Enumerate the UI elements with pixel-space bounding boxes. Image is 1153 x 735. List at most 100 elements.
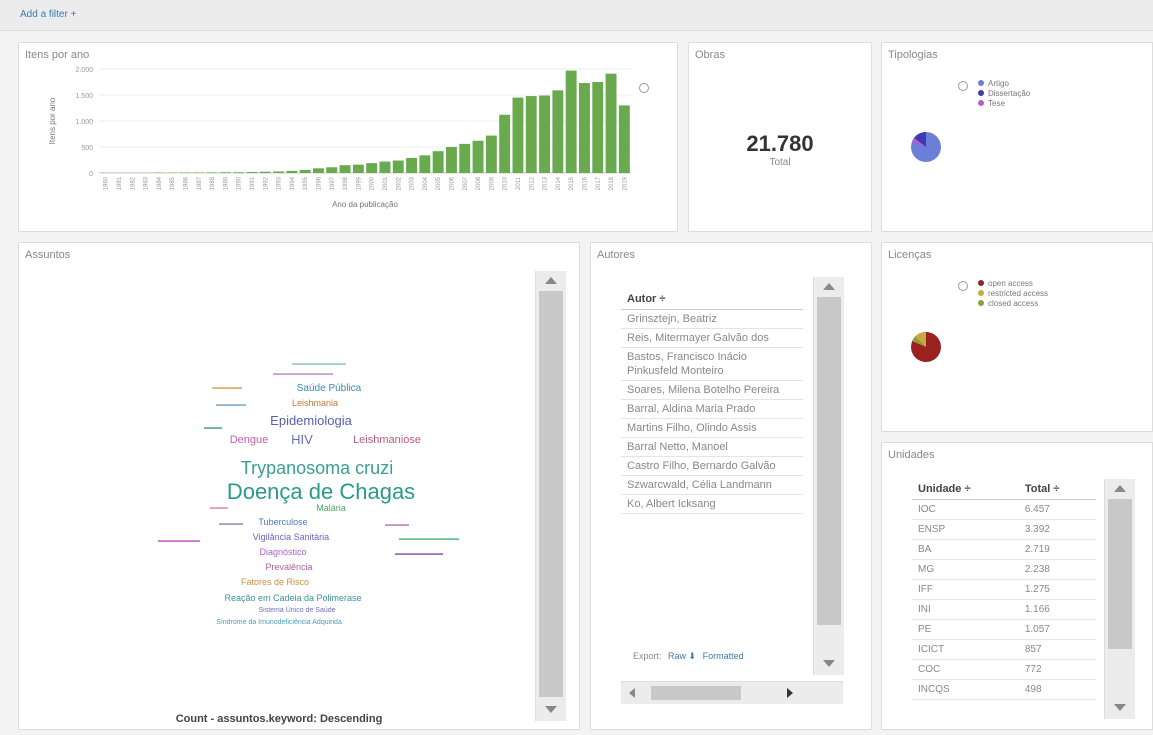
tag-faint: ▬▬▬▬▬ (212, 385, 242, 391)
scroll-thumb[interactable] (817, 297, 841, 625)
scroll-thumb[interactable] (1108, 499, 1132, 649)
tag-sindrome[interactable]: Síndrome da Imunodeficiência Adquirida (216, 619, 342, 626)
autores-hscrollbar[interactable] (621, 681, 843, 704)
total-cell: 3.392 (1018, 519, 1096, 540)
column-header-total[interactable]: Total ÷ (1018, 479, 1096, 500)
total-cell: 498 (1018, 679, 1096, 700)
tag-tuberculose[interactable]: Tuberculose (258, 518, 307, 527)
table-cell[interactable]: Martins Filho, Olindo Assis (621, 418, 803, 438)
unidade-cell[interactable]: INCQS (912, 679, 1019, 700)
tag-malaria[interactable]: Malária (316, 504, 346, 513)
scroll-up-icon[interactable] (545, 277, 557, 284)
tag-vigilancia-sanitaria[interactable]: Vigilância Sanitária (253, 533, 329, 542)
tag-doenca-de-chagas[interactable]: Doença de Chagas (227, 481, 415, 503)
table-row: Martins Filho, Olindo Assis (621, 418, 803, 438)
table-cell[interactable]: Barral Netto, Manoel (621, 437, 803, 457)
tag-diagnostico[interactable]: Diagnóstico (259, 548, 306, 557)
column-header-unidade[interactable]: Unidade ÷ (912, 479, 1019, 500)
scroll-up-icon[interactable] (823, 283, 835, 290)
bar-chart: 0 500 1.000 1.500 2.000 Itens por ano 1980 1981… (48, 67, 631, 209)
export-formatted-link[interactable]: Formatted (703, 651, 744, 661)
x-tick-label: 2000 (370, 176, 376, 190)
tag-prevalencia[interactable]: Prevalência (265, 563, 312, 572)
unidade-cell[interactable]: ICICT (912, 639, 1019, 660)
table-row: Barral, Aldina Maria Prado (621, 399, 803, 419)
legend-item[interactable]: Artigo (978, 78, 1030, 88)
x-tick-label: 1988 (210, 176, 216, 190)
panel-obras: Obras 21.780 Total (688, 42, 872, 232)
x-tick-label: 1982 (130, 176, 136, 190)
scroll-right-icon[interactable] (787, 688, 793, 698)
x-tick-label: 2019 (622, 176, 628, 190)
legend-item[interactable]: closed access (978, 298, 1048, 308)
legend-item[interactable]: Dissertação (978, 88, 1030, 98)
x-tick-label: 1995 (303, 176, 309, 190)
tag-saude-publica[interactable]: Saúde Pública (297, 384, 362, 394)
panel-tipologias: Tipologias Artigo Dissertação Tese (881, 42, 1153, 232)
scroll-thumb[interactable] (539, 291, 563, 697)
tag-leishmaniose[interactable]: Leishmaniose (353, 435, 421, 446)
table-cell[interactable]: Ko, Albert Icksang (621, 494, 803, 514)
tag-leishmania[interactable]: Leishmania (292, 399, 338, 408)
tag-dengue[interactable]: Dengue (230, 435, 269, 446)
legend-item[interactable]: Tese (978, 98, 1030, 108)
table-row: COC 772 (912, 659, 1096, 680)
table-cell[interactable]: Bastos, Francisco Inácio Pinkusfeld Mont… (621, 347, 803, 381)
table-cell[interactable]: Szwarcwald, Célia Landmann (621, 475, 803, 495)
scroll-down-icon[interactable] (823, 660, 835, 667)
y-tick-label: 2.000 (75, 67, 93, 74)
tag-sistema-unico[interactable]: Sistema Único de Saúde (258, 607, 335, 614)
tag-fatores-de-risco[interactable]: Fatores de Risco (241, 578, 309, 587)
export-raw-link[interactable]: Raw ⬇ (668, 651, 696, 661)
legend-item[interactable]: open access (978, 278, 1048, 288)
unidade-cell[interactable]: MG (912, 559, 1019, 580)
table-cell[interactable]: Castro Filho, Bernardo Galvão (621, 456, 803, 476)
scroll-up-icon[interactable] (1114, 485, 1126, 492)
unidade-cell[interactable]: ENSP (912, 519, 1019, 540)
add-filter-button[interactable]: Add a filter + (20, 9, 76, 20)
x-tick-label: 1991 (250, 176, 256, 190)
unidade-cell[interactable]: IFF (912, 579, 1019, 600)
x-tick-label: 2011 (516, 176, 522, 190)
table-cell[interactable]: Barral, Aldina Maria Prado (621, 399, 803, 419)
panel-title: Autores (597, 249, 635, 261)
unidade-cell[interactable]: COC (912, 659, 1019, 680)
tag-faint: ▬▬▬▬▬▬▬▬ (395, 551, 443, 557)
x-tick-label: 1989 (223, 176, 229, 190)
autores-scrollbar[interactable] (813, 277, 844, 675)
unidade-cell[interactable]: BA (912, 539, 1019, 560)
assuntos-scrollbar[interactable] (535, 271, 566, 721)
bar (326, 167, 338, 173)
tag-reacao-em-cadeia[interactable]: Reação em Cadeia da Polimerase (224, 594, 361, 603)
total-cell: 2.238 (1018, 559, 1096, 580)
unidades-scrollbar[interactable] (1104, 479, 1135, 719)
unidade-cell[interactable]: PE (912, 619, 1019, 640)
unidade-cell[interactable]: INI (912, 599, 1019, 620)
bar (179, 172, 191, 173)
tag-trypanosoma-cruzi[interactable]: Trypanosoma cruzi (241, 459, 393, 477)
legend-toggle-icon[interactable] (958, 81, 968, 91)
table-cell[interactable]: Soares, Milena Botelho Pereira (621, 380, 803, 400)
export-bar: Export: Raw ⬇ Formatted (633, 651, 744, 662)
table-cell[interactable]: Grinsztejn, Beatriz (621, 309, 803, 329)
tag-faint: ▬▬▬▬▬▬▬ (158, 538, 200, 544)
tag-cloud-footer: Count - assuntos.keyword: Descending (175, 713, 383, 725)
y-tick-label: 1.500 (75, 93, 93, 100)
unidade-cell[interactable]: IOC (912, 499, 1019, 520)
tag-hiv[interactable]: HIV (291, 433, 313, 446)
bar (472, 140, 484, 173)
table-cell[interactable]: Reis, Mitermayer Galvão dos (621, 328, 803, 348)
table-row: IOC 6.457 (912, 499, 1096, 520)
scroll-thumb[interactable] (651, 686, 741, 700)
tag-epidemiologia[interactable]: Epidemiologia (270, 414, 352, 427)
legend-dot (978, 300, 984, 306)
legend-toggle-icon[interactable] (958, 281, 968, 291)
scroll-down-icon[interactable] (1114, 704, 1126, 711)
column-header-autor[interactable]: Autor ÷ (621, 289, 803, 310)
scroll-left-icon[interactable] (629, 688, 635, 698)
scroll-down-icon[interactable] (545, 706, 557, 713)
table-row: Reis, Mitermayer Galvão dos (621, 328, 803, 348)
legend-item[interactable]: restricted access (978, 288, 1048, 298)
unidades-table: Unidade ÷ Total ÷ IOC 6.457 ENSP 3.392 BA 2… (912, 479, 1096, 700)
legend-label: Artigo (988, 78, 1009, 88)
